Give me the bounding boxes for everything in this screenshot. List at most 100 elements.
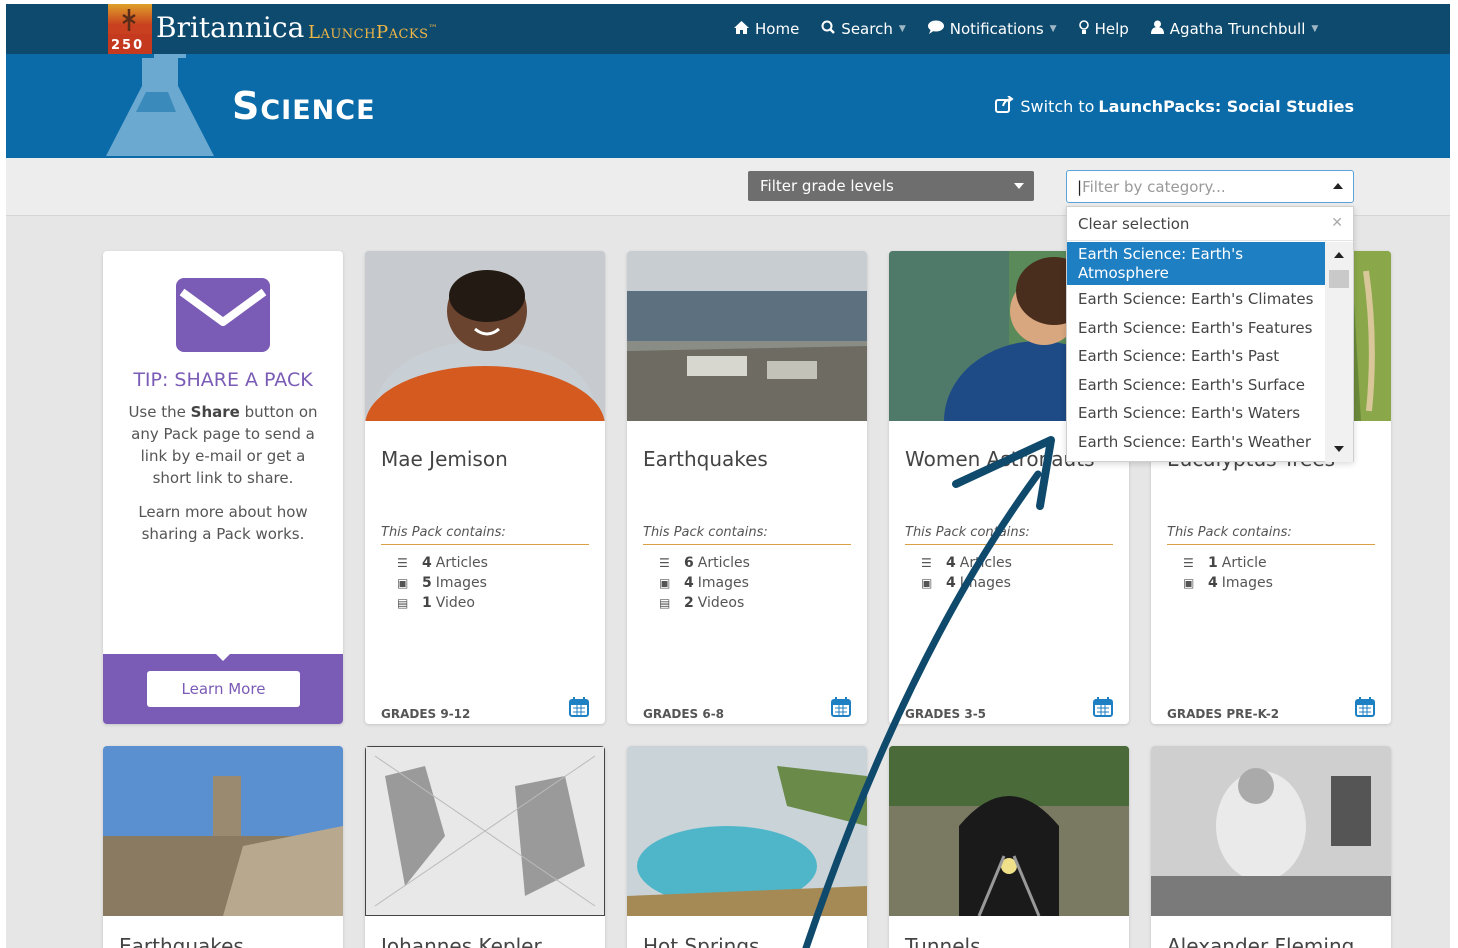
tip-body: Use the Share button on any Pack page to… [128, 403, 318, 487]
switch-target: LaunchPacks: Social Studies [1098, 97, 1354, 116]
tip-learn-text: Learn more about how sharing a Pack work… [138, 503, 308, 543]
dropdown-scrollbar[interactable] [1325, 242, 1353, 462]
pack-title[interactable]: Hot Springs [643, 934, 759, 948]
nav-help[interactable]: Help [1078, 19, 1129, 39]
pack-contains-label: This Pack contains: [1167, 525, 1375, 545]
nav-home-label: Home [755, 20, 800, 38]
category-option[interactable]: Earth Science: Earth's Atmosphere [1067, 242, 1325, 285]
tip-title: TIP: SHARE A PACK [133, 369, 313, 391]
grade-range: GRADES PRE-K-2 [1167, 707, 1280, 721]
nav-notifications[interactable]: Notifications ▼ [927, 20, 1057, 38]
scroll-down-icon[interactable] [1334, 446, 1344, 452]
pack-card[interactable]: Tunnels [889, 746, 1129, 948]
calendar-icon[interactable] [831, 697, 851, 717]
category-placeholder: Filter by category... [1082, 178, 1226, 196]
pack-title[interactable]: Tunnels [905, 934, 981, 948]
top-navbar: 250 Britannica LaunchPacks™ Home Search … [6, 4, 1450, 54]
pack-title[interactable]: Earthquakes [643, 447, 768, 471]
pack-card[interactable]: Hot Springs [627, 746, 867, 948]
clear-selection-option[interactable]: Clear selection ✕ [1067, 207, 1353, 241]
grade-range: GRADES 3-5 [905, 707, 987, 721]
close-icon[interactable]: ✕ [1331, 215, 1343, 231]
calendar-icon[interactable] [1355, 697, 1375, 717]
badge-number: 250 [111, 38, 145, 53]
category-option[interactable]: Earth Science: Earth's Weather [1067, 428, 1325, 457]
grade-range: GRADES 9-12 [381, 707, 471, 721]
film-icon: ▤ [659, 596, 671, 610]
search-icon [821, 20, 836, 38]
pack-image [627, 746, 867, 916]
pack-card[interactable]: Mae Jemison This Pack contains: ☰ 4 Articl… [365, 251, 605, 724]
category-option-list: Earth Science: Earth's Atmosphere Earth … [1067, 242, 1325, 456]
category-option[interactable]: Earth Science: Earth's Surface [1067, 371, 1325, 400]
pack-contains-label: This Pack contains: [381, 525, 589, 545]
pack-contents: ☰ 6 Articles ▣ 4 Images ▤ 2 Videos [659, 555, 750, 611]
tip-card: TIP: SHARE A PACK Use the Share button o… [103, 251, 343, 724]
grade-level-select[interactable]: Filter grade levels [748, 171, 1034, 201]
page-title: Science [232, 84, 376, 128]
lightbulb-icon [1078, 19, 1089, 39]
pack-title[interactable]: Alexander Fleming [1167, 934, 1354, 948]
nav-search-label: Search [841, 20, 893, 38]
pack-contents: ☰ 4 Articles ▣ 5 Images ▤ 1 Video [397, 555, 488, 611]
image-icon: ▣ [397, 576, 409, 590]
category-option[interactable]: Earth Science: Earth's Past [1067, 342, 1325, 371]
chevron-down-icon: ▼ [1311, 24, 1319, 34]
app-window: 250 Britannica LaunchPacks™ Home Search … [6, 4, 1450, 948]
external-link-icon [995, 95, 1015, 117]
category-dropdown: Clear selection ✕ Earth Science: Earth's… [1066, 206, 1354, 462]
flask-icon [106, 54, 214, 156]
grade-level-label: Filter grade levels [760, 177, 894, 195]
nav-home[interactable]: Home [734, 20, 799, 38]
nav-user-label: Agatha Trunchbull [1169, 20, 1306, 38]
nav-help-label: Help [1094, 20, 1129, 38]
grade-range: GRADES 6-8 [643, 707, 725, 721]
calendar-icon[interactable] [1093, 697, 1113, 717]
image-icon: ▣ [921, 576, 933, 590]
pack-contents: ☰ 4 Articles ▣ 4 Images [921, 555, 1012, 591]
scroll-up-icon[interactable] [1334, 252, 1344, 258]
list-icon: ☰ [397, 556, 408, 570]
product-logo[interactable]: LaunchPacks™ [308, 22, 438, 43]
clear-selection-label: Clear selection [1078, 215, 1190, 233]
switch-subject-link[interactable]: Switch to LaunchPacks: Social Studies [995, 95, 1354, 117]
pack-title[interactable]: Earthquakes [119, 934, 244, 948]
list-icon: ☰ [659, 556, 670, 570]
britannica-250-badge: 250 [108, 4, 152, 54]
pack-contents: ☰ 1 Article ▣ 4 Images [1183, 555, 1273, 591]
pack-image [103, 746, 343, 916]
calendar-icon[interactable] [569, 697, 589, 717]
home-icon [734, 20, 749, 38]
pack-title[interactable]: Mae Jemison [381, 447, 508, 471]
category-option[interactable]: Earth Science: Earth's Waters [1067, 399, 1325, 428]
brand-logo[interactable]: Britannica [156, 11, 304, 44]
pack-card[interactable]: Alexander Fleming [1151, 746, 1391, 948]
category-filter-input[interactable]: |Filter by category... [1066, 170, 1354, 203]
envelope-icon [176, 278, 270, 352]
user-icon [1150, 20, 1164, 38]
nav-search[interactable]: Search ▼ [821, 20, 906, 38]
chevron-down-icon: ▼ [898, 24, 906, 34]
pack-card[interactable]: Earthquakes [103, 746, 343, 948]
pack-card[interactable]: Johannes Kepler [365, 746, 605, 948]
pack-image [1151, 746, 1391, 916]
list-icon: ☰ [921, 556, 932, 570]
comment-icon [927, 20, 944, 38]
category-option[interactable]: Earth Science: Earth's Climates [1067, 285, 1325, 314]
film-icon: ▤ [397, 596, 409, 610]
learn-more-button[interactable]: Learn More [147, 671, 300, 707]
nav-menu: Home Search ▼ Notifications ▼ Help Agath… [734, 4, 1340, 54]
nav-user-menu[interactable]: Agatha Trunchbull ▼ [1150, 20, 1319, 38]
pack-image [365, 251, 605, 421]
switch-prefix: Switch to [1020, 97, 1095, 116]
subject-banner: Science Switch to LaunchPacks: Social St… [6, 54, 1450, 158]
category-option[interactable]: Earth Science: Earth's Features [1067, 314, 1325, 343]
pack-image [627, 251, 867, 421]
pack-card[interactable]: Earthquakes This Pack contains: ☰ 6 Articl… [627, 251, 867, 724]
scrollbar-thumb[interactable] [1329, 270, 1349, 288]
pack-title[interactable]: Johannes Kepler [381, 934, 542, 948]
chevron-down-icon [1014, 183, 1024, 189]
list-icon: ☰ [1183, 556, 1194, 570]
chevron-up-icon [1333, 183, 1343, 189]
pack-image [365, 746, 605, 916]
